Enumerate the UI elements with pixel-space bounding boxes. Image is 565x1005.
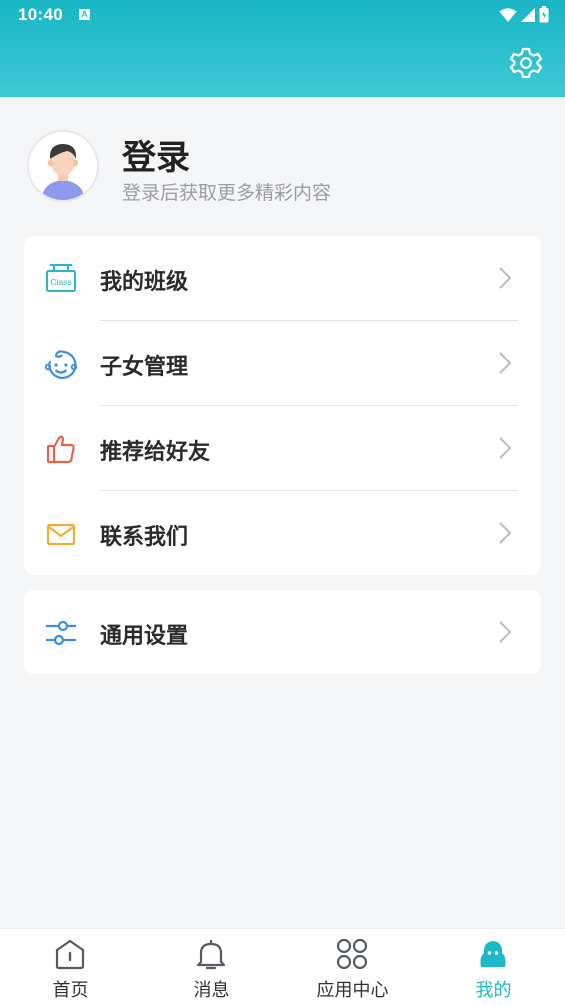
sliders-icon bbox=[46, 620, 76, 646]
menu-item-recommend[interactable]: 推荐给好友 bbox=[24, 406, 541, 491]
thumbs-up-icon bbox=[46, 435, 75, 464]
avatar[interactable] bbox=[27, 130, 99, 202]
settings-card: 通用设置 bbox=[24, 590, 541, 674]
chevron-right-icon bbox=[499, 522, 512, 544]
menu-item-label: 我的班级 bbox=[100, 270, 189, 295]
login-subtitle: 登录后获取更多精彩内容 bbox=[122, 182, 332, 204]
menu-item-label: 推荐给好友 bbox=[100, 440, 211, 465]
tab-home[interactable]: 首页 bbox=[0, 929, 141, 1005]
chevron-right-icon bbox=[499, 352, 512, 374]
signal-icon bbox=[521, 7, 535, 22]
menu-item-children[interactable]: 子女管理 bbox=[24, 321, 541, 406]
bell-icon bbox=[196, 939, 226, 970]
login-title[interactable]: 登录 bbox=[122, 130, 190, 179]
home-icon bbox=[55, 939, 85, 970]
menu-item-general-settings[interactable]: 通用设置 bbox=[24, 590, 541, 675]
mail-icon bbox=[46, 523, 76, 546]
class-board-icon: Class bbox=[46, 264, 76, 292]
chevron-right-icon bbox=[499, 267, 512, 289]
user-avatar-icon bbox=[29, 132, 97, 200]
battery-icon bbox=[539, 6, 549, 23]
tab-label: 消息 bbox=[193, 980, 230, 1001]
tab-label: 首页 bbox=[52, 980, 89, 1001]
bottom-tab-bar: 首页 消息 应用中心 我的 bbox=[0, 928, 565, 1005]
notification-badge: A bbox=[79, 9, 90, 20]
tab-label: 应用中心 bbox=[316, 980, 389, 1001]
tab-label: 我的 bbox=[475, 980, 512, 1001]
chevron-right-icon bbox=[499, 621, 512, 643]
settings-button[interactable] bbox=[509, 46, 543, 80]
menu-item-label: 通用设置 bbox=[100, 624, 189, 649]
chevron-right-icon bbox=[499, 437, 512, 459]
baby-face-icon bbox=[44, 350, 78, 379]
svg-text:Class: Class bbox=[50, 277, 71, 287]
header-bar: 10:40 A bbox=[0, 0, 565, 97]
menu-card: Class 我的班级 子女管理 推荐给好友 联系我们 bbox=[24, 236, 541, 575]
status-time: 10:40 bbox=[18, 5, 63, 24]
menu-item-label: 联系我们 bbox=[100, 525, 189, 550]
user-icon bbox=[480, 941, 506, 967]
menu-item-label: 子女管理 bbox=[100, 355, 189, 380]
wifi-icon bbox=[499, 7, 517, 22]
profile-section[interactable]: 登录 登录后获取更多精彩内容 bbox=[27, 130, 547, 206]
tab-mine[interactable]: 我的 bbox=[423, 929, 564, 1005]
status-icons bbox=[499, 6, 549, 23]
apps-grid-icon bbox=[336, 938, 368, 970]
gear-icon bbox=[509, 47, 543, 79]
tab-app-center[interactable]: 应用中心 bbox=[282, 929, 423, 1005]
menu-item-my-class[interactable]: Class 我的班级 bbox=[24, 236, 541, 321]
menu-item-contact[interactable]: 联系我们 bbox=[24, 491, 541, 576]
tab-messages[interactable]: 消息 bbox=[141, 929, 282, 1005]
